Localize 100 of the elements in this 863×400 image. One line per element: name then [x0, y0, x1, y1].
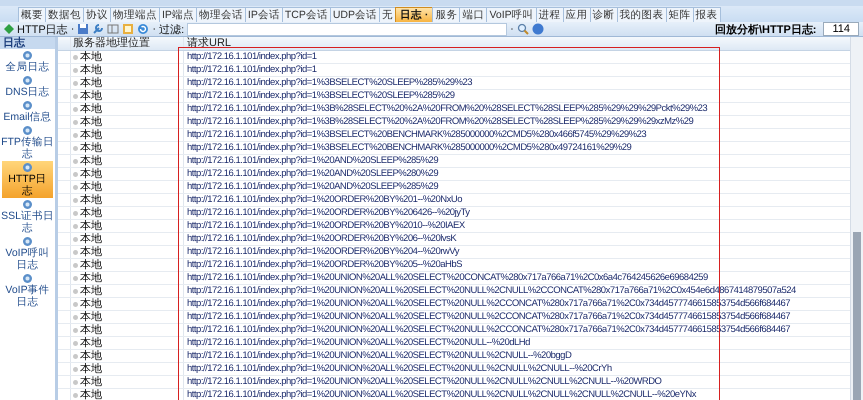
status-dot: [73, 94, 78, 98]
table-cell: http://172.16.1.101/index.php?id=1%3B%28SELECT%20%2A%20FROM%20%28SELECT%28SLEEP%285%29%29%29Pckt%29%23: [187, 103, 708, 114]
dropdown-mark[interactable]: ·: [70, 23, 74, 35]
filter-field[interactable]: [187, 22, 508, 36]
tab[interactable]: 数据包: [45, 7, 84, 22]
status-dot: [73, 120, 78, 124]
table-cell: 本地: [80, 64, 102, 76]
table-cell: 本地: [80, 324, 102, 336]
tab[interactable]: IP端点: [159, 7, 197, 22]
tab[interactable]: 无: [379, 7, 396, 22]
table-cell: http://172.16.1.101/index.php?id=1%20UNION%20ALL%20SELECT%20NULL--%20dLHd: [187, 337, 530, 348]
table-cell: 本地: [80, 129, 102, 141]
status-dot: [73, 184, 78, 190]
status-dot: [73, 80, 78, 86]
dropdown-mark[interactable]: ·: [152, 23, 156, 35]
table-cell: 本地: [80, 246, 102, 258]
scrollbar[interactable]: [850, 37, 863, 400]
table-cell: http://172.16.1.101/index.php?id=1%3BSELECT%20BENCHMARK%285000000%2CMD5%280x49724161%29%29: [187, 142, 632, 153]
dropdown-mark[interactable]: ·: [510, 23, 514, 35]
tab[interactable]: 报表: [692, 7, 721, 22]
table-cell: http://172.16.1.101/index.php?id=1: [187, 64, 317, 75]
tab[interactable]: 物理端点: [110, 7, 160, 22]
tab[interactable]: 概要: [18, 7, 46, 22]
status-dot: [73, 68, 78, 72]
status-dot: [73, 236, 78, 242]
column-icon[interactable]: [107, 23, 120, 35]
table-cell: 本地: [80, 51, 102, 63]
tab[interactable]: 日志 ·: [395, 7, 434, 22]
tab[interactable]: 协议: [83, 7, 111, 22]
table-cell: http://172.16.1.101/index.php?id=1%20ORDER%20BY%204--%20rwVy: [187, 246, 459, 257]
table-cell: http://172.16.1.101/index.php?id=1%20ORDER%20BY%2010--%20IAEX: [187, 220, 465, 231]
table-cell: 本地: [80, 194, 102, 206]
search-icon[interactable]: [516, 23, 529, 35]
tab[interactable]: 我的图表: [616, 7, 667, 22]
table-cell: http://172.16.1.101/index.php?id=1%20UNION%20ALL%20SELECT%20NULL%2CNULL--%20bggD: [187, 350, 572, 361]
table-cell: 本地: [80, 233, 102, 245]
sidebar-item[interactable]: DNS日志: [0, 74, 55, 99]
status-dot: [73, 328, 78, 332]
table-cell: 本地: [80, 376, 102, 388]
sidebar-item[interactable]: VoIP事件日志: [0, 272, 55, 309]
tab[interactable]: 物理会话: [196, 7, 246, 22]
tab[interactable]: TCP会话: [282, 7, 331, 22]
refresh-icon[interactable]: [137, 23, 150, 35]
table-cell: 本地: [80, 311, 102, 323]
status-dot: [73, 288, 78, 294]
sidebar-item[interactable]: SSL证书日志: [0, 198, 55, 235]
log-icon: [22, 162, 33, 173]
log-icon: [22, 50, 33, 61]
sidebar-item[interactable]: 全局日志: [0, 49, 55, 74]
tab[interactable]: UDP会话: [330, 7, 380, 22]
scroll-thumb[interactable]: [853, 232, 861, 400]
table-cell: 本地: [80, 298, 102, 310]
sidebar-title: 日志: [0, 37, 55, 49]
tab[interactable]: 进程: [536, 7, 564, 22]
table-cell: http://172.16.1.101/index.php?id=1%20ORDER%20BY%201--%20NxUo: [187, 194, 462, 205]
table-cell: 本地: [80, 220, 102, 232]
table-cell: 本地: [80, 272, 102, 284]
wrench-icon[interactable]: [92, 23, 104, 35]
status-dot: [73, 354, 78, 358]
log-icon: [22, 125, 33, 136]
filter-label: 过滤:: [159, 22, 184, 36]
path-label: 回放分析\HTTP日志:: [715, 22, 816, 36]
status-dot: [73, 172, 78, 176]
status-dot: [73, 158, 78, 164]
column-header[interactable]: 请求URL: [184, 37, 850, 50]
save-icon[interactable]: [77, 23, 90, 35]
table-cell: http://172.16.1.101/index.php?id=1: [187, 51, 317, 62]
tab[interactable]: 矩阵: [666, 7, 694, 22]
column-header[interactable]: 服务器地理位置: [71, 37, 184, 50]
table-cell: http://172.16.1.101/index.php?id=1%20UNION%20ALL%20SELECT%20NULL%2CNULL%2CNULL%2CNULL%2CNULL--%20eYNx: [187, 389, 696, 400]
tab[interactable]: VoIP呼叫: [486, 7, 537, 22]
table-cell: http://172.16.1.101/index.php?id=1%20ORDER%20BY%206426--%20jyTy: [187, 207, 470, 218]
log-icon: [22, 199, 33, 210]
tab[interactable]: 服务: [432, 7, 460, 22]
sidebar-item[interactable]: VoIP呼叫日志: [0, 235, 55, 272]
sidebar-item[interactable]: Email信息: [0, 99, 55, 124]
table-cell: http://172.16.1.101/index.php?id=1%20AND%20SLEEP%285%29: [187, 155, 438, 166]
table-cell: 本地: [80, 103, 102, 115]
table-cell: 本地: [80, 337, 102, 349]
tab[interactable]: 诊断: [590, 7, 618, 22]
log-icon: [22, 100, 33, 111]
view-label[interactable]: HTTP日志: [17, 22, 68, 36]
status-dot: [73, 276, 78, 280]
status-dot: [73, 340, 78, 346]
table-cell: 本地: [80, 389, 102, 400]
tab[interactable]: IP会话: [244, 7, 283, 22]
table-cell: 本地: [80, 155, 102, 167]
status-dot: [73, 224, 78, 228]
table-cell: 本地: [80, 207, 102, 219]
log-icon: [22, 273, 33, 284]
table-cell: http://172.16.1.101/index.php?id=1%20ORDER%20BY%206--%20lvsK: [187, 233, 456, 244]
status-dot: [73, 380, 78, 384]
tab[interactable]: 端口: [459, 7, 488, 22]
count-field: 114: [823, 22, 859, 36]
tab[interactable]: 应用: [562, 7, 591, 22]
sidebar-item[interactable]: HTTP日志: [2, 161, 53, 198]
status-dot: [73, 366, 78, 372]
table-cell: http://172.16.1.101/index.php?id=1%3BSELECT%20BENCHMARK%285000000%2CMD5%280x466f5745%29%29%23: [187, 129, 646, 140]
sidebar-item[interactable]: FTP传输日志: [0, 124, 55, 161]
export-icon[interactable]: [122, 23, 134, 35]
